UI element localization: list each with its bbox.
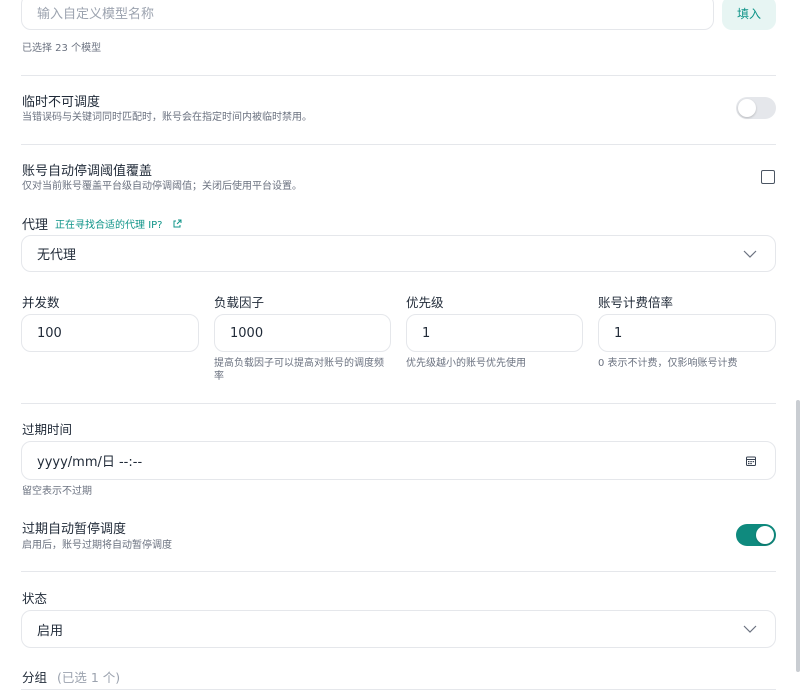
- fill-button[interactable]: 填入: [722, 0, 776, 30]
- divider: [21, 403, 776, 404]
- calendar-icon[interactable]: [745, 455, 757, 471]
- concurrency-label: 并发数: [22, 295, 60, 310]
- billing-rate-value: 1: [614, 325, 623, 341]
- load-factor-hint: 提高负载因子可以提高对账号的调度频率: [214, 358, 384, 382]
- group-input-top-edge: [21, 689, 776, 690]
- concurrency-input[interactable]: 100: [21, 314, 199, 352]
- expiry-hint: 留空表示不过期: [22, 486, 92, 497]
- load-factor-input[interactable]: 1000: [214, 314, 391, 352]
- status-selected-value: 启用: [37, 623, 64, 639]
- chevron-down-icon: [743, 623, 757, 639]
- divider: [21, 75, 776, 76]
- custom-model-input[interactable]: 输入自定义模型名称: [21, 0, 714, 30]
- status-label: 状态: [22, 591, 48, 606]
- auto-pause-override-description: 仅对当前账号覆盖平台级自动停调阈值；关闭后使用平台设置。: [22, 181, 302, 192]
- load-factor-value: 1000: [230, 325, 264, 341]
- group-selected-count: (已选 1 个): [57, 670, 121, 685]
- status-select[interactable]: 启用: [21, 610, 776, 648]
- expiry-datetime-input[interactable]: yyyy/mm/日 --:--: [21, 441, 776, 480]
- selected-models-count: 已选择 23 个模型: [22, 43, 102, 54]
- priority-hint: 优先级越小的账号优先使用: [406, 358, 526, 369]
- temp-unschedulable-title: 临时不可调度: [22, 95, 101, 110]
- find-proxy-link[interactable]: 正在寻找合适的代理 IP?: [55, 216, 162, 231]
- expiry-label: 过期时间: [22, 422, 73, 437]
- group-label-row: 分组 (已选 1 个): [22, 667, 120, 686]
- temp-unschedulable-description: 当错误码与关键词同时匹配时，账号会在指定时间内被临时禁用。: [22, 112, 312, 123]
- load-factor-label: 负载因子: [214, 295, 265, 310]
- priority-value: 1: [422, 325, 431, 341]
- auto-pause-expiry-description: 启用后，账号过期将自动暂停调度: [22, 540, 172, 551]
- billing-rate-hint: 0 表示不计费，仅影响账号计费: [598, 358, 738, 369]
- toggle-knob: [738, 99, 756, 117]
- custom-model-placeholder: 输入自定义模型名称: [37, 6, 155, 22]
- auto-pause-override-title: 账号自动停调阈值覆盖: [22, 164, 153, 179]
- expiry-value: yyyy/mm/日 --:--: [37, 455, 143, 470]
- proxy-select[interactable]: 无代理: [21, 235, 776, 272]
- group-label: 分组: [22, 670, 48, 685]
- proxy-label-row: 代理 正在寻找合适的代理 IP?: [22, 214, 182, 233]
- priority-label: 优先级: [406, 295, 444, 310]
- proxy-label: 代理: [22, 218, 49, 233]
- auto-pause-override-checkbox[interactable]: [761, 170, 775, 184]
- billing-rate-input[interactable]: 1: [598, 314, 776, 352]
- auto-pause-expiry-title: 过期自动暂停调度: [22, 522, 127, 537]
- priority-input[interactable]: 1: [406, 314, 583, 352]
- chevron-down-icon: [743, 248, 757, 264]
- divider: [21, 144, 776, 145]
- auto-pause-expiry-toggle[interactable]: [736, 524, 776, 546]
- billing-rate-label: 账号计费倍率: [598, 295, 674, 310]
- temp-unschedulable-toggle[interactable]: [736, 97, 776, 119]
- toggle-knob: [756, 526, 774, 544]
- external-link-icon[interactable]: [172, 219, 182, 229]
- divider: [21, 571, 776, 572]
- concurrency-value: 100: [37, 325, 62, 341]
- scrollbar-thumb[interactable]: [796, 400, 800, 672]
- proxy-selected-value: 无代理: [37, 248, 77, 263]
